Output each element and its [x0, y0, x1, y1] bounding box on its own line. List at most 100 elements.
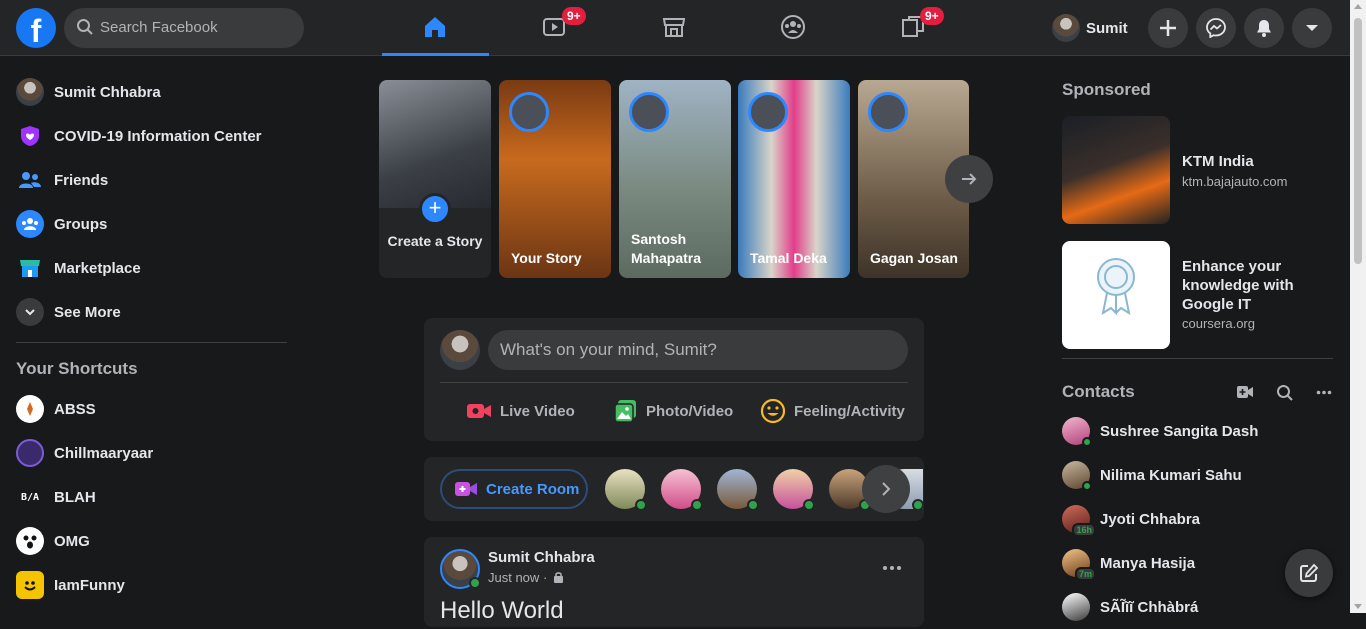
live-video-button[interactable]: Live Video — [466, 398, 575, 424]
feeling-activity-button[interactable]: Feeling/Activity — [760, 398, 905, 424]
tab-marketplace[interactable] — [621, 0, 728, 56]
ad-title: KTM India — [1182, 153, 1254, 170]
action-label: Live Video — [500, 402, 575, 420]
blah-icon: B/A — [20, 491, 40, 503]
online-indicator — [1082, 437, 1092, 447]
contact-item[interactable]: 16h Jyoti Chhabra — [1062, 497, 1200, 541]
stories-next-button[interactable] — [945, 155, 993, 203]
notifications-button[interactable] — [1244, 8, 1284, 48]
sponsored-heading: Sponsored — [1062, 80, 1151, 99]
scroll-up-arrow[interactable] — [1354, 4, 1362, 9]
active-friend-avatar[interactable] — [605, 469, 647, 511]
sidebar-item-marketplace[interactable]: Marketplace — [8, 246, 298, 290]
sidebar-item-covid[interactable]: COVID-19 Information Center — [8, 114, 298, 158]
contact-item[interactable]: SÃĨĩĩ Chhàbrá — [1062, 585, 1198, 629]
sidebar-item-friends[interactable]: Friends — [8, 158, 298, 202]
plus-icon — [1160, 20, 1176, 36]
tab-groups[interactable] — [740, 0, 847, 56]
photo-video-button[interactable]: Photo/Video — [614, 398, 733, 424]
right-sidebar: Sponsored KTM India ktm.bajajauto.com En… — [1054, 70, 1334, 621]
shortcut-omg[interactable]: OMG — [8, 519, 298, 563]
shortcut-iamfunny[interactable]: IamFunny — [8, 563, 298, 607]
chevron-right-icon — [882, 482, 891, 496]
post-author[interactable]: Sumit Chhabra — [488, 549, 595, 566]
story-card[interactable]: Tamal Deka — [738, 80, 850, 278]
online-indicator — [469, 577, 481, 589]
rooms-bar: Create Room — [424, 457, 924, 521]
new-room-icon[interactable] — [1236, 384, 1254, 400]
ad-image — [1062, 116, 1170, 224]
sidebar-item-profile[interactable]: Sumit Chhabra — [8, 70, 298, 114]
account-menu-button[interactable] — [1292, 8, 1332, 48]
contact-item[interactable]: Nilima Kumari Sahu — [1062, 453, 1242, 497]
compose-icon — [1300, 563, 1319, 582]
more-horizontal-icon[interactable] — [1316, 390, 1332, 395]
story-name: Your Story — [511, 250, 582, 266]
active-friend-avatar[interactable] — [717, 469, 759, 511]
facebook-logo[interactable]: f — [16, 8, 56, 49]
avatar — [509, 92, 549, 132]
new-message-button[interactable] — [1285, 549, 1333, 597]
arrow-right-icon — [962, 173, 977, 185]
divider — [440, 382, 908, 383]
active-friend-avatar[interactable] — [773, 469, 815, 511]
search-input[interactable]: Search Facebook — [64, 8, 304, 48]
rooms-next-button[interactable] — [862, 465, 910, 513]
contact-name: Manya Hasija — [1100, 554, 1196, 572]
profile-name: Sumit — [1086, 19, 1128, 37]
contact-name: Sushree Sangita Dash — [1100, 422, 1259, 440]
messenger-button[interactable] — [1196, 8, 1236, 48]
profile-photo — [379, 80, 491, 208]
sponsored-ad[interactable]: Enhance your knowledge with Google IT co… — [1062, 241, 1332, 349]
post-options-button[interactable] — [882, 555, 902, 576]
lock-icon[interactable] — [553, 571, 564, 583]
action-label: Feeling/Activity — [794, 402, 905, 420]
sidebar-item-label: Sumit Chhabra — [54, 83, 161, 101]
sponsored-ad[interactable]: KTM India ktm.bajajauto.com — [1062, 116, 1332, 224]
online-indicator — [912, 499, 924, 511]
see-more-button[interactable]: See More — [8, 290, 298, 334]
search-icon[interactable] — [1276, 384, 1294, 402]
page-scrollbar[interactable] — [1350, 0, 1366, 613]
more-horizontal-icon — [883, 566, 901, 570]
contact-item[interactable]: Sushree Sangita Dash — [1062, 409, 1258, 453]
avatar — [1062, 461, 1092, 491]
shortcut-blah[interactable]: B/A BLAH — [8, 475, 298, 519]
post-time[interactable]: Just now — [488, 570, 539, 585]
online-indicator — [803, 499, 815, 511]
create-story-card[interactable]: Create a Story + — [379, 80, 491, 278]
marketplace-icon — [16, 254, 44, 282]
tab-watch[interactable]: 9+ — [502, 0, 609, 56]
story-name: Santosh Mahapatra — [631, 231, 702, 266]
shortcut-label: OMG — [54, 532, 90, 550]
watch-notification-badge: 9+ — [562, 7, 586, 25]
ad-url: coursera.org — [1182, 316, 1255, 331]
left-sidebar: Sumit Chhabra COVID-19 Information Cente… — [8, 70, 298, 607]
shortcut-chillmaaryaar[interactable]: Chillmaaryaar — [8, 431, 298, 475]
profile-button[interactable]: Sumit — [1052, 12, 1128, 44]
tab-home[interactable] — [382, 0, 489, 56]
divider — [1062, 358, 1333, 359]
sidebar-item-groups[interactable]: Groups — [8, 202, 298, 246]
shortcut-abss[interactable]: ABSS — [8, 387, 298, 431]
story-card[interactable]: Santosh Mahapatra — [619, 80, 731, 278]
tab-gaming[interactable]: 9+ — [860, 0, 967, 56]
story-name: Gagan Josan — [870, 250, 958, 266]
chillmaaryaar-icon — [16, 439, 44, 467]
scroll-down-arrow[interactable] — [1354, 604, 1362, 609]
contact-item[interactable]: 7m Manya Hasija — [1062, 541, 1195, 585]
active-friend-avatar[interactable] — [661, 469, 703, 511]
post-meta: Just now · — [488, 570, 564, 585]
shortcut-label: ABSS — [54, 400, 96, 418]
create-button[interactable] — [1148, 8, 1188, 48]
last-active-badge: 7m — [1074, 567, 1096, 581]
messenger-icon — [1206, 18, 1226, 38]
status-input[interactable]: What's on your mind, Sumit? — [488, 330, 908, 370]
story-card[interactable]: Your Story — [499, 80, 611, 278]
create-room-button[interactable]: Create Room — [440, 469, 588, 509]
home-icon — [425, 17, 445, 37]
omg-icon — [16, 527, 44, 555]
scrollbar-thumb[interactable] — [1354, 18, 1362, 264]
meta-separator: · — [542, 570, 548, 585]
marketplace-icon — [662, 18, 686, 37]
